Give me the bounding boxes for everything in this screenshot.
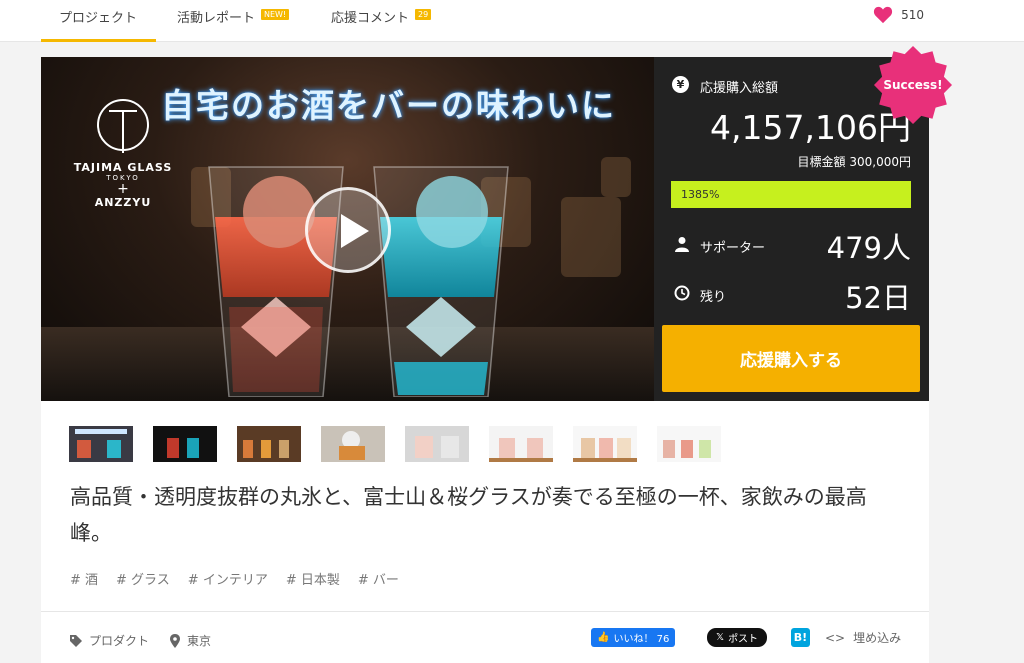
location-link[interactable]: 東京 [169, 632, 211, 649]
project-card: 自宅のお酒をバーの味わいに TAJIMA GLASS TOKYO + ANZZY… [41, 46, 952, 663]
person-icon [675, 237, 689, 252]
project-footer: プロダクト 東京 👍 いいね！ 76 𝕏 ポスト B! <> 埋め込み [41, 611, 929, 663]
top-tab-bar: プロジェクト 活動レポート NEW! 応援コメント 29 510 [0, 0, 1024, 42]
tag-list: # 酒 # グラス # インテリア # 日本製 # バー [70, 569, 399, 588]
location-pin-icon [170, 633, 180, 648]
comment-count-badge: 29 [415, 9, 432, 20]
category-label: プロダクト [89, 634, 150, 648]
project-video[interactable]: 自宅のお酒をバーの味わいに TAJIMA GLASS TOKYO + ANZZY… [41, 57, 654, 401]
thumbnail-4[interactable] [321, 426, 385, 462]
thumbnail-2[interactable] [153, 426, 217, 462]
progress-percent: 1385% [681, 188, 720, 201]
thumbnail-5[interactable] [405, 426, 469, 462]
clock-icon [674, 285, 690, 301]
tab-activity-report[interactable]: 活動レポート NEW! [177, 0, 290, 42]
thumbnail-6[interactable] [489, 426, 553, 462]
tab-project[interactable]: プロジェクト [41, 0, 156, 42]
total-amount-label: 応援購入総額 [700, 81, 779, 96]
tab-comments[interactable]: 応援コメント 29 [331, 0, 432, 42]
logo-name: TAJIMA GLASS [73, 161, 173, 174]
tag-link[interactable]: # インテリア [188, 569, 268, 588]
success-label: Success! [883, 78, 943, 92]
blue-glass-image [373, 166, 509, 397]
play-button[interactable] [305, 187, 391, 273]
embed-label: 埋め込み [853, 631, 902, 645]
progress-bar: 1385% [671, 181, 911, 208]
facebook-like-label: いいね！ 76 [613, 634, 670, 645]
x-post-button[interactable]: 𝕏 ポスト [707, 628, 768, 647]
brand-logo: TAJIMA GLASS TOKYO + ANZZYU [63, 97, 183, 209]
heart-icon [874, 6, 893, 24]
tajima-logo-icon [97, 99, 149, 153]
goal-amount: 目標金額 300,000円 [797, 155, 911, 169]
thumbnail-1[interactable] [69, 426, 133, 462]
location-label: 東京 [187, 634, 212, 648]
logo-plus: + [117, 181, 129, 197]
x-logo-icon: 𝕏 [716, 632, 725, 643]
bokeh-light [561, 197, 621, 277]
success-badge: Success! [873, 45, 953, 125]
thumbs-up-icon: 👍 [597, 632, 610, 643]
x-post-label: ポスト [728, 634, 759, 645]
facebook-like-button[interactable]: 👍 いいね！ 76 [591, 628, 676, 647]
thumbnail-3[interactable] [237, 426, 301, 462]
tab-activity-report-label: 活動レポート [177, 11, 256, 26]
thumbnail-8[interactable] [657, 426, 721, 462]
code-icon: <> [825, 630, 846, 645]
support-purchase-button[interactable]: 応援購入する [662, 325, 920, 392]
like-button[interactable]: 510 [873, 6, 924, 24]
remaining-label: 残り [700, 290, 727, 305]
tag-link[interactable]: # バー [358, 569, 399, 588]
like-count: 510 [901, 8, 924, 22]
remaining-value: 52日 [845, 281, 911, 315]
new-badge: NEW! [261, 9, 290, 20]
tag-link[interactable]: # 酒 [70, 569, 98, 588]
hero-title: 自宅のお酒をバーの味わいに [161, 86, 616, 125]
project-description: 高品質・透明度抜群の丸氷と、富士山＆桜グラスが奏でる至極の一杯、家飲みの最高峰。 [70, 485, 867, 545]
category-link[interactable]: プロダクト [69, 632, 149, 649]
logo-brand: ANZZYU [94, 196, 152, 209]
supporters-value: 479人 [826, 231, 911, 265]
thumbnail-7[interactable] [573, 426, 637, 462]
tab-project-label: プロジェクト [59, 11, 138, 26]
embed-button[interactable]: <> 埋め込み [825, 629, 901, 646]
tag-link[interactable]: # グラス [116, 569, 170, 588]
bokeh-light [601, 157, 631, 197]
tag-link[interactable]: # 日本製 [286, 569, 340, 588]
supporters-label: サポーター [700, 241, 766, 256]
yen-icon: ¥ [672, 76, 689, 93]
tab-comments-label: 応援コメント [331, 11, 410, 26]
tag-icon [70, 634, 82, 647]
hatena-bookmark-button[interactable]: B! [791, 628, 810, 647]
